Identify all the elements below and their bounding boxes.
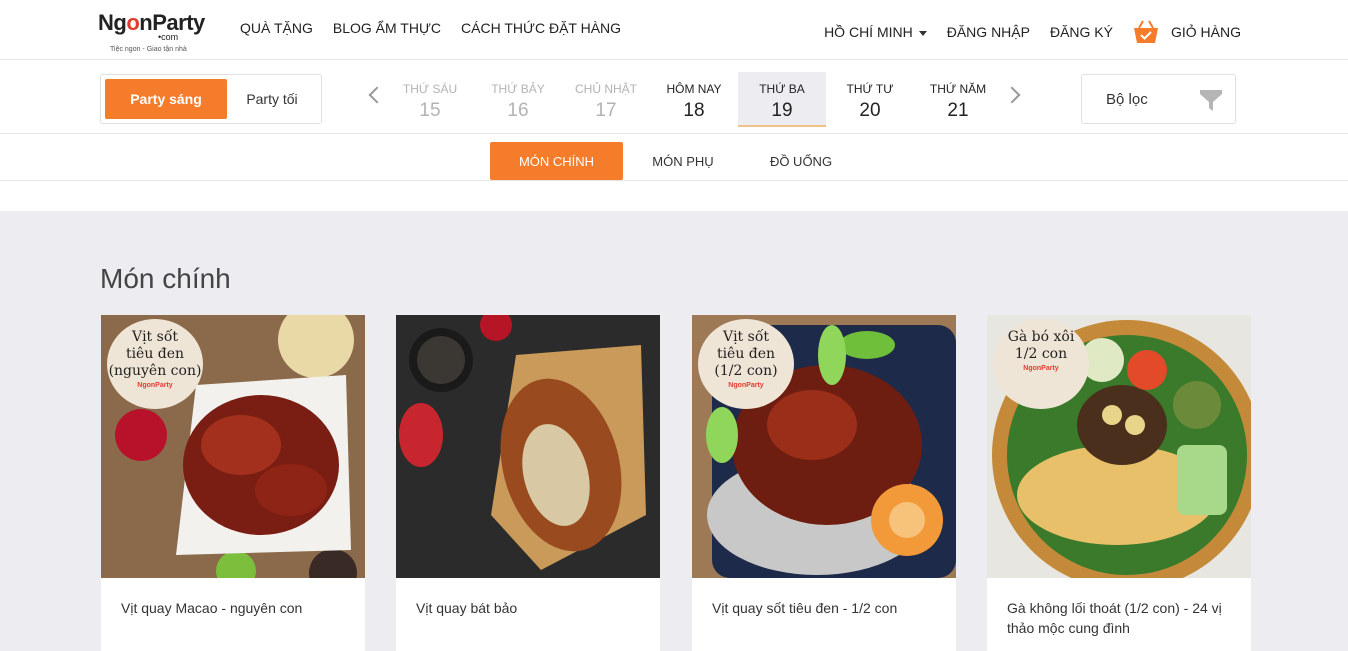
login-link[interactable]: ĐĂNG NHẬP (947, 24, 1030, 40)
city-selector[interactable]: HỒ CHÍ MINH (824, 24, 927, 40)
category-tabs: MÓN CHÍNH MÓN PHỤ ĐỒ UỐNG (0, 135, 1348, 181)
day-saturday[interactable]: THỨ BẢY 16 (474, 72, 562, 127)
day-name: THỨ BA (759, 82, 805, 96)
day-wednesday[interactable]: THỨ TƯ 20 (826, 72, 914, 127)
badge-text: Vịt sốt tiêu đen (1/2 con) (714, 329, 778, 379)
section-title: Món chính (100, 263, 231, 294)
day-number: 20 (859, 100, 881, 121)
filter-label: Bộ lọc (1106, 91, 1148, 108)
day-number: 21 (947, 100, 969, 121)
product-image[interactable] (396, 315, 660, 578)
badge-logo: NgonParty (137, 382, 173, 389)
product-card[interactable]: Vịt sốt tiêu đen (1/2 con) NgonParty Vịt… (692, 315, 956, 651)
day-friday[interactable]: THỨ SÁU 15 (386, 72, 474, 127)
day-number: 17 (595, 100, 617, 121)
product-card[interactable]: Vịt quay bát bảo (396, 315, 660, 651)
product-image[interactable]: Vịt sốt tiêu đen (nguyên con) NgonParty (101, 315, 365, 578)
date-toolbar: Party sáng Party tối THỨ SÁU 15 THỨ BẢY … (0, 61, 1348, 134)
product-image[interactable]: Gà bó xôi 1/2 con NgonParty (987, 315, 1251, 578)
product-badge: Vịt sốt tiêu đen (nguyên con) NgonParty (107, 319, 203, 409)
filter-button[interactable]: Bộ lọc (1081, 74, 1236, 124)
product-badge: Gà bó xôi 1/2 con NgonParty (993, 319, 1089, 409)
day-thursday[interactable]: THỨ NĂM 21 (914, 72, 1002, 127)
logo-wordmark: NgonParty (98, 10, 205, 35)
product-name[interactable]: Gà không lối thoát (1/2 con) - 24 vị thả… (1007, 598, 1235, 638)
user-nav: HỒ CHÍ MINH ĐĂNG NHẬP ĐĂNG KÝ GIỎ HÀNG (824, 20, 1241, 44)
day-number: 19 (771, 100, 793, 121)
product-name[interactable]: Vịt quay sốt tiêu đen - 1/2 con (712, 598, 940, 618)
product-name[interactable]: Vịt quay bát bảo (416, 598, 644, 618)
badge-logo: NgonParty (728, 382, 764, 389)
day-sunday[interactable]: CHỦ NHẬT 17 (562, 72, 650, 127)
day-number: 18 (683, 100, 705, 121)
menu-section: Món chính Vịt sốt tiêu đen (nguyên con) … (0, 211, 1348, 651)
chevron-right-icon[interactable] (1003, 86, 1021, 104)
nav-how-to-order-link[interactable]: CÁCH THỨC ĐẶT HÀNG (461, 20, 621, 36)
chevron-down-icon (918, 30, 927, 36)
party-time-toggle: Party sáng Party tối (100, 74, 322, 124)
site-header: NgonParty •com Tiệc ngon - Giao tận nhà … (0, 0, 1348, 60)
funnel-icon (1200, 90, 1222, 111)
badge-logo: NgonParty (1023, 365, 1059, 372)
day-number: 15 (419, 100, 441, 121)
badge-text: Gà bó xôi 1/2 con (1007, 329, 1075, 362)
shopping-basket-icon (1133, 20, 1158, 43)
cart-label: GIỎ HÀNG (1170, 24, 1241, 40)
day-today[interactable]: HÔM NAY 18 (650, 72, 738, 127)
city-label: HỒ CHÍ MINH (824, 24, 913, 40)
nav-gifts-link[interactable]: QUÀ TẶNG (240, 20, 313, 36)
nav-blog-link[interactable]: BLOG ẨM THỰC (333, 20, 441, 36)
tab-main-dishes[interactable]: MÓN CHÍNH (490, 142, 623, 180)
site-logo[interactable]: NgonParty •com Tiệc ngon - Giao tận nhà (98, 10, 210, 56)
party-evening-button[interactable]: Party tối (227, 79, 317, 119)
product-name[interactable]: Vịt quay Macao - nguyên con (121, 598, 349, 618)
cart-link[interactable]: GIỎ HÀNG (1133, 20, 1241, 44)
tab-side-dishes[interactable]: MÓN PHỤ (637, 142, 729, 180)
day-name: THỨ TƯ (846, 82, 894, 96)
tab-drinks[interactable]: ĐỒ UỐNG (757, 142, 845, 180)
day-name: THỨ NĂM (929, 82, 987, 96)
product-card[interactable]: Vịt sốt tiêu đen (nguyên con) NgonParty … (101, 315, 365, 651)
day-tuesday[interactable]: THỨ BA 19 (738, 72, 826, 127)
badge-text: Vịt sốt tiêu đen (nguyên con) (108, 329, 202, 379)
day-number: 16 (507, 100, 529, 121)
day-name: HÔM NAY (666, 82, 722, 96)
register-link[interactable]: ĐĂNG KÝ (1050, 24, 1113, 40)
product-card[interactable]: Gà bó xôi 1/2 con NgonParty Gà không lối… (987, 315, 1251, 651)
day-name: THỨ SÁU (402, 82, 458, 96)
main-nav: QUÀ TẶNG BLOG ẨM THỰC CÁCH THỨC ĐẶT HÀNG (240, 20, 621, 36)
product-badge: Vịt sốt tiêu đen (1/2 con) NgonParty (698, 319, 794, 409)
party-morning-button[interactable]: Party sáng (105, 79, 227, 119)
logo-dotcom: •com (158, 32, 179, 42)
chevron-left-icon[interactable] (368, 86, 386, 104)
logo-tagline: Tiệc ngon - Giao tận nhà (110, 46, 187, 53)
day-name: CHỦ NHẬT (575, 82, 637, 96)
product-image[interactable]: Vịt sốt tiêu đen (1/2 con) NgonParty (692, 315, 956, 578)
day-name: THỨ BẢY (491, 82, 545, 96)
